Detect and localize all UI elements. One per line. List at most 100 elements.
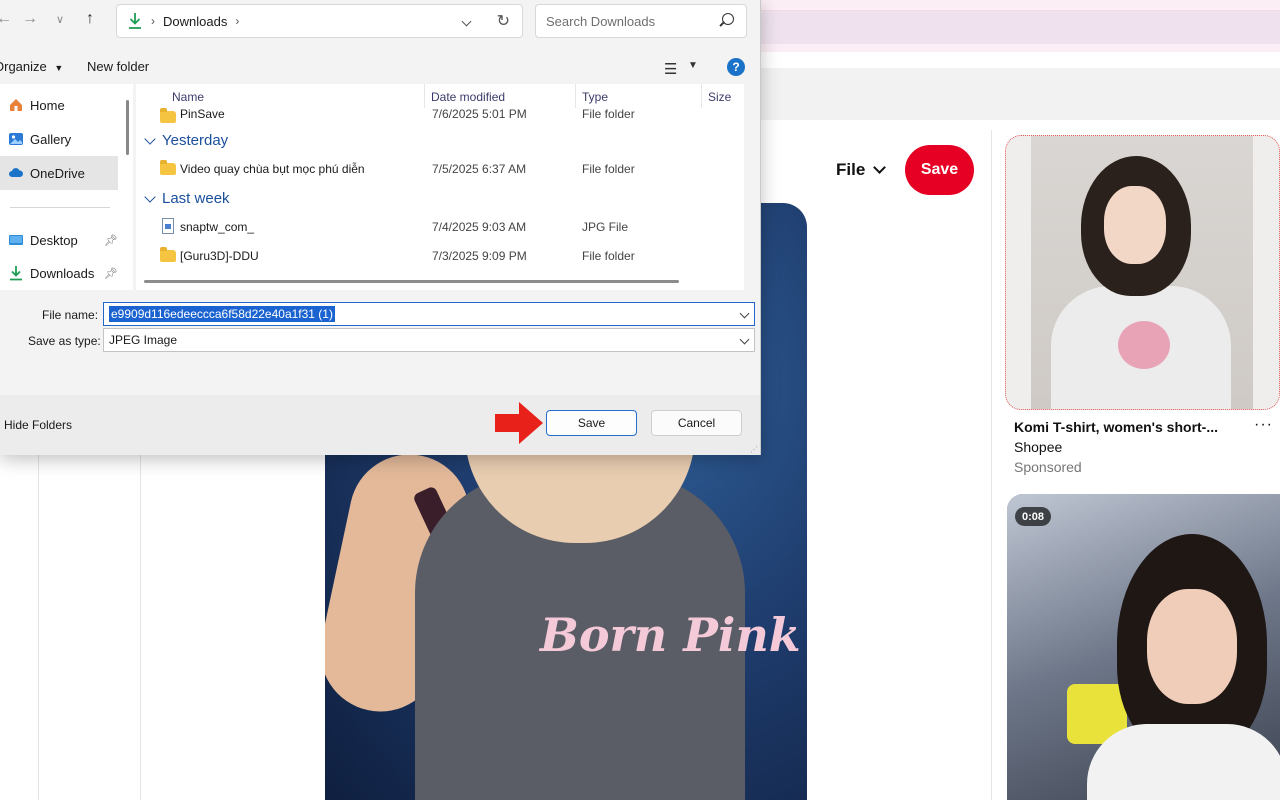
caret-down-icon: ▼ [54, 63, 64, 73]
file-name: [Guru3D]-DDU [180, 249, 259, 263]
nav-item-downloads[interactable]: Downloads [8, 262, 94, 284]
download-icon [10, 266, 22, 281]
forward-arrow-icon[interactable]: → [22, 10, 38, 28]
pin-file-menu[interactable]: File [836, 160, 887, 180]
group-label: Last week [162, 190, 230, 207]
save-button[interactable]: Save [546, 410, 637, 436]
pin-icon[interactable]: 📌︎ [104, 267, 118, 280]
search-input[interactable]: Search Downloads [535, 4, 747, 38]
chevron-down-icon[interactable] [739, 334, 750, 345]
save-as-dialog: ← → ∨ ↑ › Downloads › ↻ Search Downloads… [0, 0, 761, 455]
nav-item-label: Desktop [30, 232, 78, 248]
view-options-icon[interactable]: ☰ [664, 60, 677, 78]
sort-caret-icon: ˇ [496, 84, 499, 90]
dialog-footer [0, 395, 760, 455]
file-type: File folder [582, 162, 635, 176]
nav-scrollbar[interactable] [126, 100, 129, 155]
video-duration-badge: 0:08 [1015, 507, 1052, 526]
organize-label: Organize [0, 59, 47, 74]
resize-grip-icon[interactable]: ⋰ [750, 445, 758, 454]
side-pin-title[interactable]: Komi T-shirt, women's short-... [1014, 419, 1218, 435]
column-type[interactable]: Type [582, 90, 608, 104]
download-icon [129, 13, 141, 29]
file-list: PinSave 7/6/2025 5:01 PM File folder Nam… [136, 84, 744, 290]
column-date-modified[interactable]: Date modified [431, 90, 505, 104]
side-pin-image-1[interactable] [1005, 135, 1280, 410]
nav-item-label: Home [30, 97, 65, 113]
hide-folders-button[interactable]: Hide Folders [4, 418, 72, 432]
nav-item-label: Gallery [30, 131, 72, 147]
save-as-type-label: Save as type: [28, 334, 101, 348]
chevron-down-icon[interactable] [739, 308, 750, 319]
browser-tab-strip [760, 0, 1280, 52]
file-menu-label: File [836, 160, 866, 179]
home-icon [10, 99, 22, 111]
side-pin-source[interactable]: Shopee [1014, 439, 1062, 455]
pin-shirt-print: Born Pink [540, 608, 801, 662]
nav-item-gallery[interactable]: Gallery [8, 128, 71, 150]
navigation-pane: Home Gallery OneDrive Desktop 📌︎ Downloa… [0, 84, 133, 290]
nav-item-label: Downloads [30, 265, 95, 281]
search-placeholder: Search Downloads [546, 13, 656, 29]
column-divider[interactable] [701, 84, 702, 108]
breadcrumb-separator-icon: › [151, 14, 155, 28]
group-header-yesterday[interactable]: Yesterday [144, 132, 229, 149]
list-item[interactable]: [Guru3D]-DDU 7/3/2025 9:09 PM File folde… [136, 245, 744, 269]
cancel-button[interactable]: Cancel [651, 410, 742, 436]
address-history-chevron-icon[interactable] [461, 16, 472, 27]
group-header-last-week[interactable]: Last week [144, 190, 230, 207]
nav-item-desktop[interactable]: Desktop [8, 229, 78, 251]
red-arrow-pointer-icon [495, 402, 543, 444]
nav-item-onedrive[interactable]: OneDrive [0, 156, 118, 190]
recent-locations-chevron-icon[interactable]: ∨ [56, 13, 64, 26]
folder-icon [160, 160, 176, 175]
file-name: snaptw_com_ [180, 220, 255, 234]
file-type: File folder [582, 249, 635, 263]
horizontal-scrollbar[interactable] [144, 280, 679, 283]
jpg-file-icon [162, 218, 174, 234]
breadcrumb-downloads[interactable]: Downloads [163, 14, 227, 29]
group-label: Yesterday [162, 132, 229, 149]
more-options-icon[interactable]: ··· [1254, 416, 1273, 434]
desktop-icon [9, 235, 23, 245]
pin-icon[interactable]: 📌︎ [104, 234, 118, 247]
column-header-row: Name Date modified ˇ Type Size [136, 84, 744, 108]
chevron-down-icon [144, 132, 156, 145]
list-item[interactable]: snaptw_com_ 7/4/2025 9:03 AM JPG File [136, 216, 744, 240]
new-folder-button[interactable]: New folder [87, 59, 149, 74]
column-divider[interactable] [575, 84, 576, 108]
pinterest-sidebar-area [0, 455, 325, 800]
breadcrumb-separator-icon[interactable]: › [235, 14, 239, 28]
column-name[interactable]: Name [172, 90, 204, 104]
file-type: File folder [582, 107, 635, 121]
cloud-icon [9, 168, 24, 177]
help-icon[interactable]: ? [727, 58, 745, 76]
feed-divider [991, 130, 992, 800]
organize-button[interactable]: Organize ▼ [0, 59, 63, 74]
file-name: Video quay chùa bụt mọc phú diễn [180, 162, 365, 176]
column-size[interactable]: Size [708, 90, 731, 104]
address-bar[interactable]: › Downloads › ↻ [116, 4, 523, 38]
chevron-down-icon [873, 161, 887, 174]
refresh-icon[interactable]: ↻ [497, 11, 510, 31]
pin-save-button[interactable]: Save [905, 145, 974, 195]
file-name-value: e9909d116edeeccca6f58d22e40a1f31 (1) [109, 306, 335, 322]
back-arrow-icon[interactable]: ← [0, 10, 12, 28]
file-date: 7/3/2025 9:09 PM [432, 249, 527, 263]
list-item[interactable]: Video quay chùa bụt mọc phú diễn 7/5/202… [136, 158, 744, 182]
folder-icon [160, 247, 176, 262]
caret-down-icon[interactable]: ▼ [688, 60, 698, 71]
side-pin-image-2[interactable] [1007, 494, 1280, 800]
sponsored-label: Sponsored [1014, 459, 1082, 475]
file-type: JPG File [582, 220, 629, 234]
save-as-type-select[interactable]: JPEG Image [103, 328, 755, 352]
column-divider[interactable] [424, 84, 425, 108]
save-as-type-value: JPEG Image [109, 333, 178, 347]
file-name-field[interactable]: e9909d116edeeccca6f58d22e40a1f31 (1) [103, 302, 755, 326]
file-name: PinSave [180, 107, 225, 121]
nav-item-home[interactable]: Home [8, 94, 65, 116]
gallery-icon [9, 133, 23, 145]
browser-toolbar [760, 68, 1280, 120]
up-arrow-icon[interactable]: ↑ [86, 10, 94, 28]
folder-icon [160, 108, 176, 123]
